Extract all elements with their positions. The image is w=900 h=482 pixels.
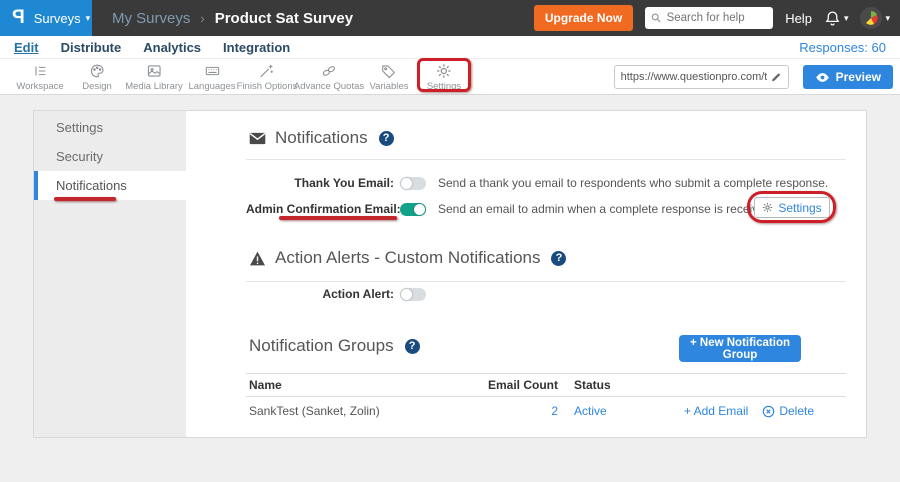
status-link[interactable]: Active <box>574 404 607 418</box>
help-question-icon[interactable]: ? <box>379 131 394 146</box>
top-bar: P Surveys ▾ My Surveys › Product Sat Sur… <box>0 0 900 36</box>
admin-confirmation-email-description: Send an email to admin when a complete r… <box>438 202 775 216</box>
design-icon <box>89 63 105 79</box>
toolbar-item-design[interactable]: Design <box>82 63 112 92</box>
admin-confirmation-email-label: Admin Confirmation Email: <box>246 202 394 216</box>
search-input[interactable] <box>667 12 768 24</box>
workspace-icon <box>32 63 48 79</box>
settings-card: Settings Security Notifications Notifica… <box>33 110 867 438</box>
questionpro-survey-settings-page: P Surveys ▾ My Surveys › Product Sat Sur… <box>0 0 900 482</box>
action-alert-toggle[interactable] <box>400 288 426 301</box>
help-link[interactable]: Help <box>785 11 812 26</box>
notifications-section-title: Notifications <box>275 128 368 148</box>
toolbar-item-settings[interactable]: Settings <box>427 63 461 92</box>
thank-you-email-toggle[interactable] <box>400 177 426 190</box>
notifications-panel: Notifications ? Thank You Email: Send a … <box>186 111 866 437</box>
notification-groups-title: Notification Groups <box>249 336 394 356</box>
breadcrumb: My Surveys › Product Sat Survey <box>112 10 353 27</box>
surveys-menu-label: Surveys <box>34 11 81 26</box>
admin-email-settings-button[interactable]: Settings <box>754 197 830 218</box>
admin-confirmation-email-row: Admin Confirmation Email: Send an email … <box>246 198 775 220</box>
toolbar-item-media-library[interactable]: Media Library <box>125 63 183 92</box>
envelope-icon <box>249 132 266 145</box>
survey-url-field[interactable] <box>614 65 789 89</box>
table-header-row: Name Email Count Status <box>246 373 846 397</box>
breadcrumb-separator-icon: › <box>200 11 204 26</box>
notifications-section-heading: Notifications ? <box>249 128 394 148</box>
sidebar-item-settings[interactable]: Settings <box>34 113 186 142</box>
page-title: Product Sat Survey <box>215 10 353 27</box>
media-library-icon <box>146 63 162 79</box>
notification-groups-table: Name Email Count Status SankTest (Sanket… <box>246 373 846 425</box>
thank-you-email-row: Thank You Email: Send a thank you email … <box>246 172 828 194</box>
finish-options-icon <box>259 63 275 79</box>
tab-edit[interactable]: Edit <box>14 40 39 55</box>
divider <box>246 159 846 160</box>
delete-circle-x-icon <box>762 405 775 418</box>
thank-you-email-label: Thank You Email: <box>246 176 394 190</box>
edit-toolbar: Workspace Design Media Library Languages… <box>0 58 900 95</box>
variables-icon <box>381 63 397 79</box>
account-menu[interactable]: ▾ <box>860 7 890 29</box>
action-alert-row: Action Alert: <box>246 283 426 305</box>
toolbar-item-finish-options[interactable]: Finish Options <box>237 63 298 92</box>
header-status: Status <box>558 378 668 392</box>
delete-link[interactable]: Delete <box>762 404 814 418</box>
settings-gear-icon <box>436 63 452 79</box>
toolbar-item-languages[interactable]: Languages <box>188 63 235 92</box>
group-name: SankTest (Sanket, Zolin) <box>246 404 468 418</box>
advance-quotas-icon <box>321 63 337 79</box>
product-switcher[interactable]: P Surveys ▾ <box>0 0 92 36</box>
help-search[interactable] <box>645 7 773 29</box>
sidebar-item-notifications[interactable]: Notifications <box>34 171 186 200</box>
action-alert-label: Action Alert: <box>246 287 394 301</box>
bell-icon <box>824 10 841 27</box>
action-alerts-section-title: Action Alerts - Custom Notifications <box>275 248 540 268</box>
warning-icon <box>249 251 266 266</box>
tab-integration[interactable]: Integration <box>223 40 290 55</box>
chevron-down-icon: ▾ <box>844 14 849 23</box>
table-row: SankTest (Sanket, Zolin) 2 Active + Add … <box>246 397 846 425</box>
new-notification-group-button[interactable]: + New Notification Group <box>679 335 801 362</box>
survey-url-input[interactable] <box>621 71 767 83</box>
preview-button[interactable]: Preview <box>803 65 893 89</box>
survey-nav: Edit Distribute Analytics Integration Re… <box>0 36 900 58</box>
upgrade-now-button[interactable]: Upgrade Now <box>534 5 633 31</box>
toolbar-item-workspace[interactable]: Workspace <box>16 63 63 92</box>
sidebar-item-security[interactable]: Security <box>34 142 186 171</box>
search-icon <box>651 12 661 24</box>
gear-icon <box>762 202 773 213</box>
toolbar-item-variables[interactable]: Variables <box>370 63 409 92</box>
edit-pencil-icon[interactable] <box>771 71 782 83</box>
header-email-count: Email Count <box>468 378 558 392</box>
email-count-link[interactable]: 2 <box>551 404 558 418</box>
notification-groups-section-heading: Notification Groups ? <box>249 336 420 356</box>
notifications-bell-menu[interactable]: ▾ <box>824 10 849 27</box>
questionpro-logo: P <box>12 7 25 29</box>
avatar <box>860 7 882 29</box>
action-alerts-section-heading: Action Alerts - Custom Notifications ? <box>249 248 566 268</box>
eye-icon <box>815 72 830 83</box>
thank-you-email-description: Send a thank you email to respondents wh… <box>438 176 828 190</box>
toolbar-item-advance-quotas[interactable]: Advance Quotas <box>294 63 364 92</box>
divider <box>246 281 846 282</box>
help-question-icon[interactable]: ? <box>551 251 566 266</box>
surveys-menu[interactable]: Surveys ▾ <box>34 11 91 26</box>
languages-icon <box>204 63 220 79</box>
breadcrumb-my-surveys[interactable]: My Surveys <box>112 10 190 27</box>
tab-analytics[interactable]: Analytics <box>143 40 201 55</box>
add-email-link[interactable]: + Add Email <box>684 404 748 418</box>
chevron-down-icon: ▾ <box>885 14 890 23</box>
admin-confirmation-email-toggle[interactable] <box>400 203 426 216</box>
header-name: Name <box>246 378 468 392</box>
chevron-down-icon: ▾ <box>86 14 91 23</box>
tab-distribute[interactable]: Distribute <box>61 40 122 55</box>
responses-count[interactable]: Responses: 60 <box>799 40 886 55</box>
settings-sidebar: Settings Security Notifications <box>34 111 186 437</box>
help-question-icon[interactable]: ? <box>405 339 420 354</box>
